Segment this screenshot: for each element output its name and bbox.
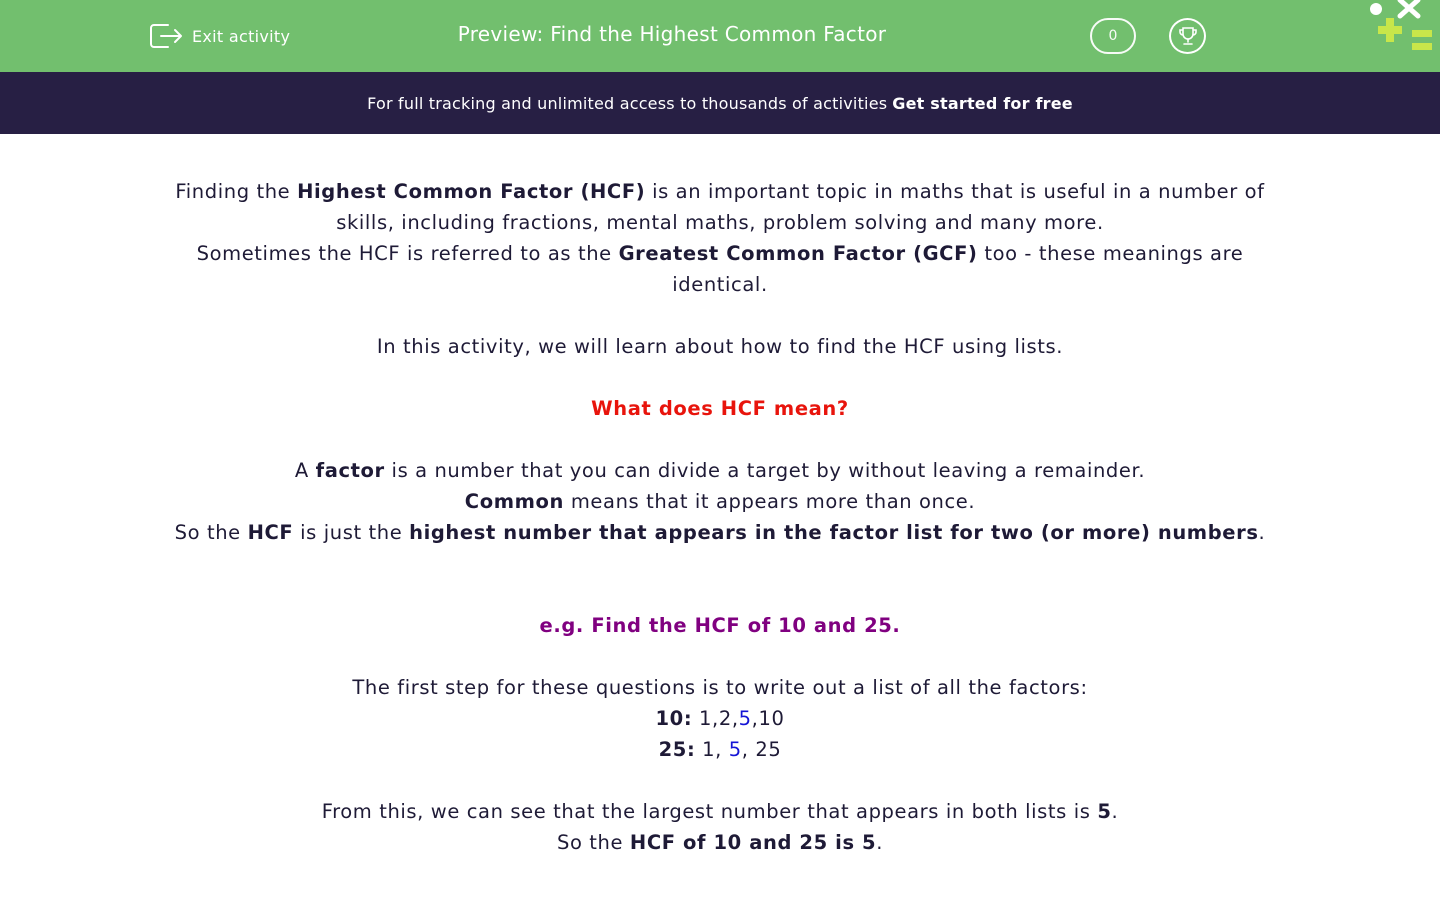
list-values: 1, [695, 738, 729, 761]
get-started-link[interactable]: Get started for free [892, 94, 1073, 113]
answer-line: So the HCF of 10 and 25 is 5. [160, 827, 1280, 858]
hcf-term: Highest Common Factor (HCF) [297, 180, 646, 203]
definition-text: means that it appears more than once. [564, 490, 976, 513]
gcf-text: Sometimes the HCF is referred to as the [196, 242, 619, 265]
exit-activity-label: Exit activity [192, 26, 291, 46]
factor-list-10: 10: 1,2,5,10 [160, 703, 1280, 734]
activity-intro: In this activity, we will learn about ho… [376, 335, 1064, 358]
lesson-content: Finding the Highest Common Factor (HCF) … [160, 176, 1280, 858]
top-bar: Exit activity Preview: Find the Highest … [0, 0, 1440, 72]
hcf-meaning: highest number that appears in the facto… [409, 521, 1259, 544]
definition-text: is just the [293, 521, 410, 544]
answer-value: 5 [1097, 800, 1112, 823]
definition-text: A [294, 459, 316, 482]
common-term: Common [464, 490, 565, 513]
gcf-paragraph: Sometimes the HCF is referred to as the … [160, 238, 1280, 300]
promo-banner: For full tracking and unlimited access t… [0, 72, 1440, 134]
definition-text: is a number that you can divide a target… [384, 459, 1146, 482]
logo-icon [1370, 0, 1432, 50]
list-label: 25: [658, 738, 696, 761]
list-values: , 25 [741, 738, 782, 761]
conclusion-text: From this, we can see that the largest n… [321, 800, 1098, 823]
section-heading: What does HCF mean? [591, 397, 849, 420]
trophy-icon [1178, 27, 1197, 45]
example-step: The first step for these questions is to… [352, 676, 1088, 699]
factor-list-25: 25: 1, 5, 25 [160, 734, 1280, 765]
intro-paragraph: Finding the Highest Common Factor (HCF) … [160, 176, 1280, 238]
common-factor-highlight: 5 [728, 738, 742, 761]
page-title: Preview: Find the Highest Common Factor [457, 22, 887, 46]
list-values: ,10 [751, 707, 785, 730]
hcf-definition: So the HCF is just the highest number th… [160, 517, 1280, 548]
score-badge: 0 [1090, 18, 1136, 54]
list-values: 1,2, [692, 707, 739, 730]
answer-text: So the [556, 831, 630, 854]
answer-statement: HCF of 10 and 25 is 5 [629, 831, 877, 854]
factor-definition: A factor is a number that you can divide… [160, 455, 1280, 486]
gcf-term: Greatest Common Factor (GCF) [618, 242, 978, 265]
trophy-button[interactable] [1169, 18, 1206, 54]
intro-text: Finding the [175, 180, 298, 203]
hcf-term: HCF [247, 521, 294, 544]
list-label: 10: [655, 707, 693, 730]
exit-icon [150, 24, 182, 48]
exit-activity-button[interactable]: Exit activity [148, 20, 290, 52]
definition-text: So the [174, 521, 248, 544]
common-definition: Common means that it appears more than o… [160, 486, 1280, 517]
answer-text: . [876, 831, 884, 854]
example-heading: e.g. Find the HCF of 10 and 25. [539, 614, 901, 637]
factor-term: factor [315, 459, 385, 482]
common-factor-highlight: 5 [738, 707, 752, 730]
promo-text: For full tracking and unlimited access t… [367, 93, 888, 113]
conclusion-text: . [1111, 800, 1119, 823]
conclusion-line: From this, we can see that the largest n… [160, 796, 1280, 827]
definition-text: . [1258, 521, 1266, 544]
